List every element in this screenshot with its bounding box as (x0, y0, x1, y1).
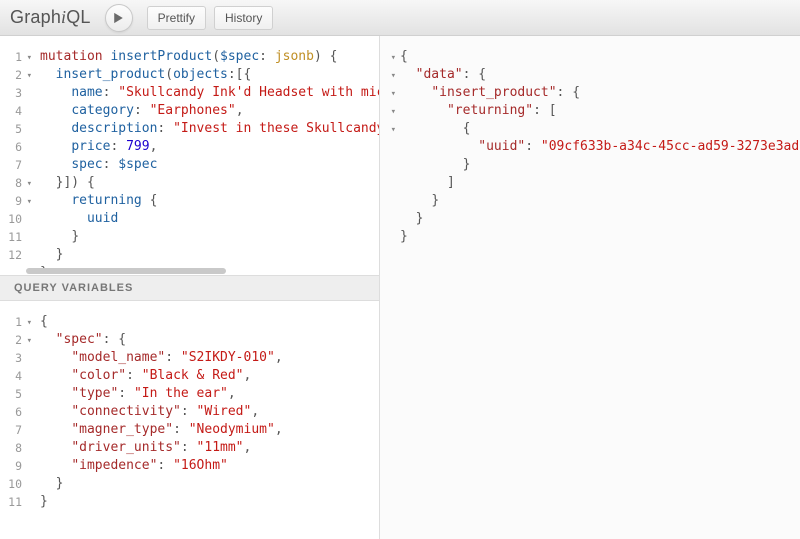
result-code: { "data": { "insert_product": { "returni… (390, 36, 800, 258)
query-editor[interactable]: 1▾2▾345678▾9▾10111213 mutation insertPro… (0, 36, 379, 268)
logo: GraphiQL (10, 7, 91, 28)
variables-editor[interactable]: 1▾2▾34567891011 { "spec": { "model_name"… (0, 301, 379, 539)
result-gutter: ▾▾▾▾▾ (380, 36, 390, 258)
play-icon (113, 12, 124, 24)
query-horizontal-scrollbar[interactable] (0, 268, 379, 275)
variables-code[interactable]: { "spec": { "model_name": "S2IKDY-010", … (26, 301, 379, 539)
variables-gutter: 1▾2▾34567891011 (0, 301, 26, 539)
variables-header[interactable]: Query Variables (0, 275, 379, 301)
execute-button[interactable] (105, 4, 133, 32)
result-viewer: ▾▾▾▾▾ { "data": { "insert_product": { "r… (380, 36, 800, 258)
query-code[interactable]: mutation insertProduct($spec: jsonb) { i… (26, 36, 379, 268)
query-gutter: 1▾2▾345678▾9▾10111213 (0, 36, 26, 268)
toolbar: GraphiQL Prettify History (0, 0, 800, 36)
prettify-button[interactable]: Prettify (147, 6, 206, 30)
history-button[interactable]: History (214, 6, 273, 30)
